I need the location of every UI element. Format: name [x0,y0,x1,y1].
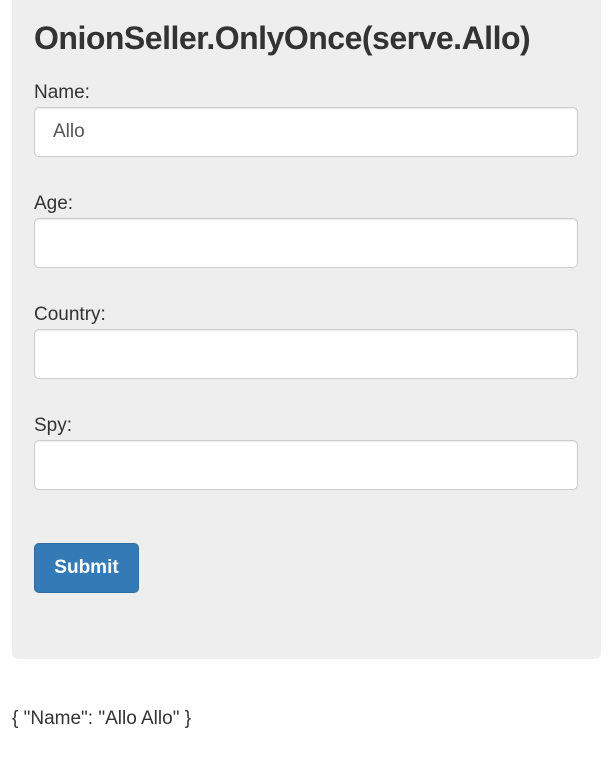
country-input[interactable] [34,329,578,379]
spy-input[interactable] [34,440,578,490]
name-input[interactable] [34,107,578,157]
json-output: { "Name": "Allo Allo" } [12,708,192,729]
spy-label: Spy: [34,415,73,436]
age-label: Age: [34,193,74,214]
form-title: OnionSeller.OnlyOnce(serve.Allo) [34,20,531,56]
name-label: Name: [34,82,90,103]
age-input[interactable] [34,218,578,268]
submit-button[interactable]: Submit [34,543,139,593]
country-label: Country: [34,304,106,325]
